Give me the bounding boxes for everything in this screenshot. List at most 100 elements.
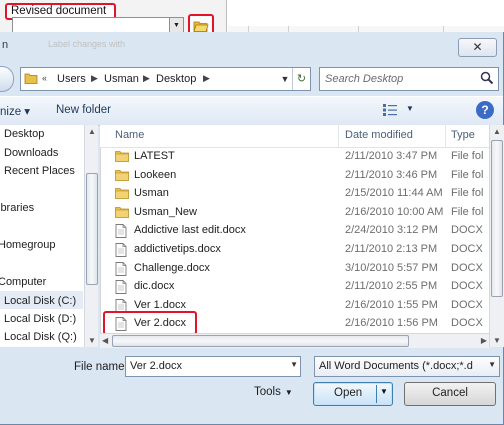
- file-date-modified: 2/11/2010 2:55 PM: [345, 280, 438, 293]
- file-name: Addictive last edit.docx: [134, 224, 246, 237]
- breadcrumb-separator[interactable]: ▶: [203, 73, 210, 84]
- column-date-modified[interactable]: Date modified: [345, 129, 413, 141]
- vertical-scroll-thumb[interactable]: [491, 140, 503, 297]
- nav-item-downloads[interactable]: Downloads: [4, 147, 58, 159]
- file-name: Challenge.docx: [134, 261, 210, 274]
- cancel-button[interactable]: Cancel: [404, 382, 496, 406]
- file-list-horizontal-scrollbar[interactable]: ◀ ▶: [100, 333, 489, 348]
- file-date-modified: 2/16/2010 1:56 PM: [345, 317, 438, 330]
- breadcrumb-desktop[interactable]: Desktop: [156, 73, 196, 85]
- refresh-icon[interactable]: ↻: [292, 68, 310, 90]
- column-type[interactable]: Type: [451, 129, 475, 141]
- file-type-filter-value: All Word Documents (*.docx;*.d: [319, 360, 473, 372]
- file-type: File fol: [451, 187, 484, 200]
- scroll-up-icon[interactable]: ▲: [493, 127, 501, 136]
- document-icon: [115, 243, 127, 260]
- scroll-up-icon[interactable]: ▲: [88, 127, 96, 136]
- nav-scroll-thumb[interactable]: [86, 173, 98, 285]
- file-row[interactable]: addictivetips.docx 2/11/2010 2:13 PM DOCX: [110, 241, 489, 259]
- scroll-right-icon[interactable]: ▶: [481, 336, 487, 345]
- chevron-down-icon[interactable]: ▼: [406, 104, 414, 113]
- document-icon: [115, 280, 127, 297]
- file-name-input[interactable]: Ver 2.docx ▼: [125, 356, 301, 377]
- file-type-filter-select[interactable]: All Word Documents (*.docx;*.d ▼: [314, 356, 500, 377]
- file-row[interactable]: Usman_New 2/16/2010 10:00 AM File fol: [110, 204, 489, 222]
- file-name: dic.docx: [134, 280, 175, 293]
- chevron-down-icon: ▼: [284, 388, 293, 397]
- document-icon: [115, 261, 127, 279]
- file-row[interactable]: Usman 2/15/2010 11:44 AM File fol: [110, 185, 489, 203]
- nav-item-local-disk-q[interactable]: Local Disk (Q:): [4, 331, 77, 343]
- file-type: DOCX: [451, 224, 483, 237]
- file-date-modified: 2/16/2010 10:00 AM: [345, 205, 444, 218]
- help-button[interactable]: ?: [476, 101, 494, 119]
- folder-icon: [115, 150, 129, 165]
- address-bar[interactable]: « Users ▶ Usman ▶ Desktop ▶ ▼ ↻: [20, 67, 311, 91]
- dialog-title: n: [2, 39, 9, 51]
- file-list-vertical-scrollbar[interactable]: ▲ ▼: [489, 125, 504, 347]
- file-row[interactable]: Addictive last edit.docx 2/24/2010 3:12 P…: [110, 222, 489, 240]
- file-type: File fol: [451, 150, 484, 162]
- search-input[interactable]: Search Desktop: [319, 67, 499, 91]
- horizontal-scroll-thumb[interactable]: [112, 335, 409, 347]
- scroll-down-icon[interactable]: ▼: [88, 336, 96, 345]
- file-type: DOCX: [451, 280, 483, 293]
- file-name-label: File name:: [74, 361, 128, 373]
- file-type: DOCX: [451, 261, 483, 274]
- chevron-down-icon[interactable]: ▼: [290, 360, 298, 369]
- breadcrumb-separator[interactable]: ▶: [91, 73, 98, 84]
- file-row[interactable]: LATEST 2/11/2010 3:47 PM File fol: [110, 148, 489, 166]
- new-folder-button[interactable]: New folder: [56, 104, 111, 116]
- scroll-down-icon[interactable]: ▼: [493, 336, 501, 345]
- chevron-down-icon[interactable]: ▼: [488, 360, 496, 369]
- chevron-down-icon[interactable]: ▼: [380, 387, 388, 396]
- nav-item-libraries[interactable]: ibraries: [0, 202, 34, 214]
- nav-item-homegroup[interactable]: Homegroup: [0, 239, 55, 251]
- organize-button[interactable]: nize ▾: [0, 104, 30, 118]
- file-row[interactable]: Challenge.docx 3/10/2010 5:57 PM DOCX: [110, 260, 489, 278]
- file-name: Ver 1.docx: [134, 298, 186, 311]
- file-name: Usman_New: [134, 205, 197, 218]
- file-name: LATEST: [134, 150, 175, 162]
- file-date-modified: 2/11/2010 3:46 PM: [345, 168, 438, 181]
- open-label: Open: [334, 387, 363, 399]
- change-view-button[interactable]: ▼: [382, 101, 420, 119]
- column-name[interactable]: Name: [115, 129, 144, 141]
- file-type: DOCX: [451, 243, 483, 255]
- selected-file-highlight: [103, 311, 197, 335]
- nav-item-recent-places[interactable]: Recent Places: [4, 165, 75, 177]
- search-icon[interactable]: [480, 71, 494, 85]
- view-list-icon: [383, 104, 397, 116]
- nav-item-local-disk-d[interactable]: Local Disk (D:): [4, 313, 76, 325]
- column-header: Name Date modified Type: [100, 125, 489, 148]
- breadcrumb-users[interactable]: Users: [57, 73, 86, 85]
- breadcrumb-separator[interactable]: «: [42, 73, 47, 83]
- nav-item-desktop[interactable]: Desktop: [4, 128, 44, 140]
- file-date-modified: 3/10/2010 5:57 PM: [345, 261, 438, 274]
- file-name-value: Ver 2.docx: [130, 360, 182, 372]
- chevron-down-icon[interactable]: ▼: [277, 68, 293, 90]
- folder-icon: [115, 206, 129, 221]
- breadcrumb-separator[interactable]: ▶: [143, 73, 150, 84]
- file-type: File fol: [451, 205, 484, 218]
- nav-item-local-disk-c[interactable]: Local Disk (C:): [4, 295, 76, 307]
- file-row[interactable]: dic.docx 2/11/2010 2:55 PM DOCX: [110, 278, 489, 296]
- open-folder-icon: [193, 21, 209, 32]
- tools-button[interactable]: Tools ▼: [254, 386, 293, 398]
- breadcrumb-usman[interactable]: Usman: [104, 73, 139, 85]
- document-icon: [115, 224, 127, 241]
- file-row[interactable]: Lookeen 2/11/2010 3:46 PM File fol: [110, 167, 489, 185]
- file-date-modified: 2/24/2010 3:12 PM: [345, 224, 438, 237]
- close-button[interactable]: ✕: [458, 38, 497, 57]
- tools-label: Tools: [254, 386, 281, 398]
- search-placeholder: Search Desktop: [325, 73, 404, 85]
- file-name: Usman: [134, 187, 169, 200]
- scroll-left-icon[interactable]: ◀: [102, 336, 108, 345]
- nav-item-computer[interactable]: Computer: [0, 276, 46, 288]
- file-name: addictivetips.docx: [134, 243, 221, 255]
- file-date-modified: 2/11/2010 2:13 PM: [345, 243, 438, 255]
- background-faded-text: Label changes with: [48, 39, 126, 49]
- nav-scrollbar[interactable]: ▲ ▼: [84, 125, 98, 347]
- file-type: DOCX: [451, 317, 483, 330]
- open-button[interactable]: Open ▼: [313, 382, 393, 406]
